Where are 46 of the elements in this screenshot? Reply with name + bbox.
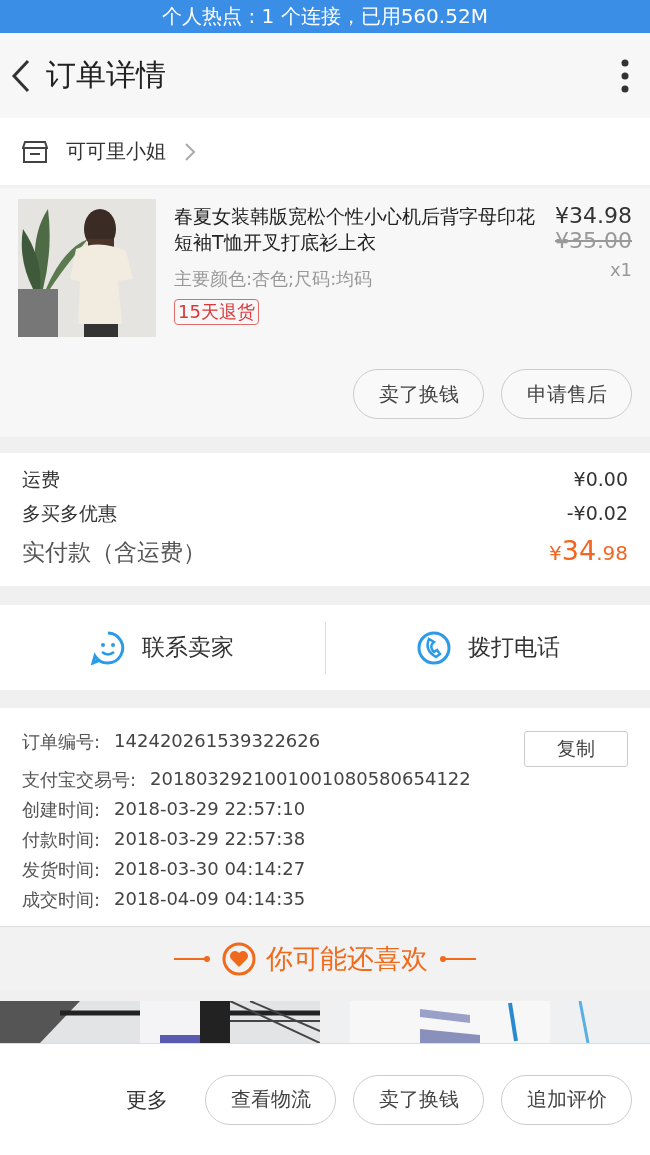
contact-button[interactable]: 拨打电话 xyxy=(325,628,650,667)
phone-icon xyxy=(415,629,452,666)
more-link[interactable]: 更多 xyxy=(126,1085,168,1114)
info-value: 2018-04-09 04:14:35 xyxy=(114,888,306,911)
status-text: 个人热点 : 1 个连接，已用560.52M xyxy=(162,3,488,30)
product-price: ¥34.98 xyxy=(555,203,632,228)
action-button[interactable]: 卖了换钱 xyxy=(353,1074,484,1125)
action-button[interactable]: 追加评价 xyxy=(501,1074,632,1125)
contact-button[interactable]: 联系卖家 xyxy=(0,628,325,667)
page-title: 订单详情 xyxy=(46,56,167,94)
info-label: 付款时间: xyxy=(22,828,101,852)
info-label: 成交时间: xyxy=(22,888,101,912)
arrow-icon xyxy=(438,954,476,964)
info-label: 支付宝交易号: xyxy=(22,768,137,792)
total-label: 实付款（含运费） xyxy=(22,538,206,567)
info-label: 创建时间: xyxy=(22,798,101,822)
info-value: 2018-03-29 22:57:38 xyxy=(114,828,306,851)
cost-label: 多买多优惠 xyxy=(22,501,117,526)
shop-name: 可可里小姐 xyxy=(66,138,166,165)
cost-label: 运费 xyxy=(22,467,60,492)
quantity: x1 xyxy=(609,259,632,280)
action-button[interactable]: 查看物流 xyxy=(205,1074,336,1125)
shop-icon xyxy=(22,139,48,164)
info-label: 订单编号: xyxy=(22,730,101,754)
shop-row[interactable]: 可可里小姐 xyxy=(0,118,650,185)
chat-icon xyxy=(90,629,127,666)
info-label: 发货时间: xyxy=(22,858,101,882)
recommend-title: 你可能还喜欢 xyxy=(266,942,428,976)
product-title[interactable]: 春夏女装韩版宽松个性小心机后背字母印花短袖T恤开叉打底衫上衣 xyxy=(174,203,543,255)
copy-button[interactable]: 复制 xyxy=(524,731,628,767)
original-price: ¥35.00 xyxy=(555,228,632,253)
info-value: 2018032921001001080580654122 xyxy=(150,768,471,791)
info-value: 142420261539322626 xyxy=(114,730,321,753)
back-icon xyxy=(10,57,32,94)
product-spec: 主要颜色:杏色;尺码:均码 xyxy=(174,267,373,291)
info-value: 2018-03-30 04:14:27 xyxy=(114,858,306,881)
more-icon[interactable] xyxy=(620,58,630,93)
cost-value: ¥0.00 xyxy=(573,468,628,490)
chevron-icon xyxy=(184,141,196,162)
total-amount: ¥34.98 xyxy=(549,535,628,566)
cost-value: -¥0.02 xyxy=(566,502,628,524)
action-button[interactable]: 卖了换钱 xyxy=(353,369,484,419)
info-value: 2018-03-29 22:57:10 xyxy=(114,798,306,821)
action-button[interactable]: 申请售后 xyxy=(501,369,632,419)
return-tag: 15天退货 xyxy=(174,299,259,325)
arrow-icon xyxy=(174,954,212,964)
